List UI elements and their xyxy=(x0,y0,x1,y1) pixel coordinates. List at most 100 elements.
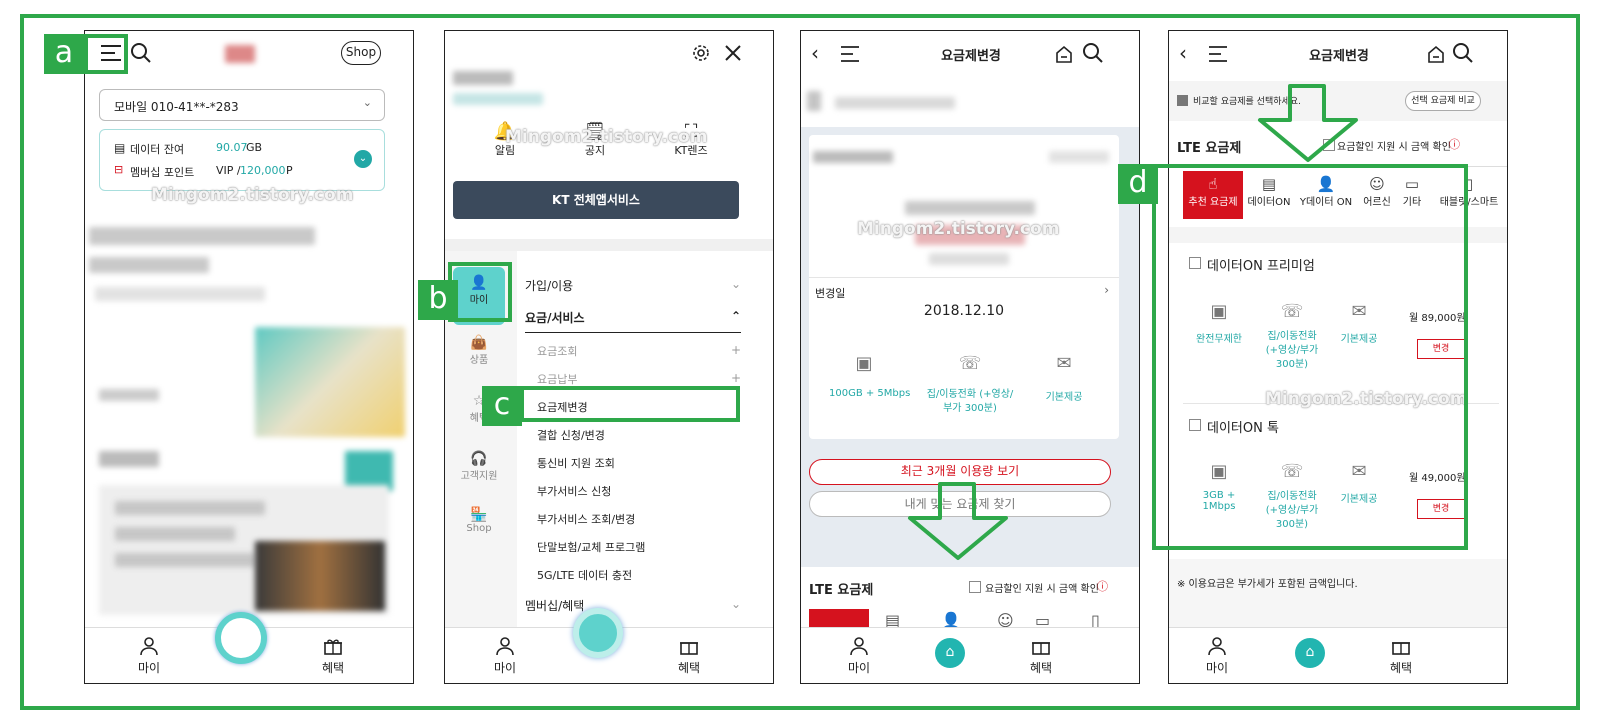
menu-item[interactable]: 부가서비스 조회/변경 xyxy=(537,511,635,527)
change-date-label: 변경일 xyxy=(815,287,846,300)
menu-membership-label: 멤버십/혜택 xyxy=(525,599,585,613)
menu-item-fee-inquiry-label: 요금조회 xyxy=(537,345,578,358)
change-date-row[interactable]: 변경일 › xyxy=(809,281,1119,305)
arrow-down-icon xyxy=(1258,84,1358,162)
blurred-product-image xyxy=(255,541,385,611)
blurred-text xyxy=(1049,151,1109,163)
menu-item[interactable]: 부가서비스 신청 xyxy=(537,483,611,499)
nav-benefit[interactable]: 혜택 xyxy=(1011,636,1071,676)
nav-my[interactable]: 마이 xyxy=(119,636,179,676)
compare-checkbox[interactable] xyxy=(1177,95,1188,106)
search-icon[interactable] xyxy=(1451,41,1475,65)
bottom-navigation: 마이 ⌂ 혜택 xyxy=(1169,627,1507,683)
blurred-banner-image xyxy=(255,327,405,437)
data-summary-card[interactable]: ▤ 데이터 잔여 90.07 GB ⊟ 멤버십 포인트 VIP / 120,00… xyxy=(99,129,385,191)
blurred-user-name xyxy=(453,71,513,85)
menu-item-fee-payment[interactable]: 요금납부 + xyxy=(537,371,741,387)
envelope-icon: ✉ xyxy=(1056,353,1072,374)
home-button[interactable] xyxy=(573,608,623,658)
gift-icon xyxy=(324,639,342,655)
menu-item[interactable]: 단말보험/교체 프로그램 xyxy=(537,539,645,555)
info-icon[interactable]: ⓘ xyxy=(1449,136,1460,152)
data-value: 90.07 xyxy=(216,141,248,154)
plus-icon: + xyxy=(730,343,741,357)
gift-icon xyxy=(680,642,698,655)
watermark: Mingom2.tistory.com xyxy=(857,219,1060,239)
highlight-my-tab xyxy=(448,262,512,322)
menu-item[interactable]: 통신비 지원 조회 xyxy=(537,455,615,471)
blurred-banner-text xyxy=(89,227,315,245)
side-tab-product[interactable]: 👜 상품 xyxy=(453,335,505,385)
user-icon xyxy=(1208,637,1226,656)
points-grade: VIP / xyxy=(216,164,241,177)
expand-chevron-icon[interactable]: ⌄ xyxy=(354,150,372,168)
lte-title: LTE 요금제 xyxy=(809,583,874,598)
nav-benefit-label: 혜택 xyxy=(677,661,701,675)
data-label: 데이터 잔여 xyxy=(130,143,185,156)
blurred-text xyxy=(115,553,255,567)
bag-icon: 👜 xyxy=(470,335,488,351)
side-tab-shop[interactable]: 🏪 Shop xyxy=(453,507,505,557)
lte-title: LTE 요금제 xyxy=(1177,141,1242,156)
nav-my[interactable]: 마이 xyxy=(475,636,535,676)
feature-data: ▣ 100GB + 5Mbps xyxy=(829,353,911,399)
nav-benefit[interactable]: 혜택 xyxy=(1371,636,1431,676)
screen-plan-change: ‹ 요금제변경 변경일 › 2018.12.10 ▣ 100GB + 5Mbps… xyxy=(800,30,1140,684)
shop-button[interactable]: Shop xyxy=(341,41,381,65)
divider xyxy=(809,277,1119,278)
nav-my[interactable]: 마이 xyxy=(1187,636,1247,676)
feature-sms: ✉ 기본제공 xyxy=(1029,353,1099,403)
search-icon[interactable] xyxy=(1081,41,1105,65)
step-label-c: c xyxy=(482,386,522,426)
blurred-text xyxy=(99,451,159,467)
blurred-text xyxy=(807,91,821,111)
home-button[interactable]: ⌂ xyxy=(1295,638,1325,668)
home-icon[interactable] xyxy=(1053,43,1075,65)
compare-button[interactable]: 선택 요금제 비교 xyxy=(1405,91,1481,111)
info-icon[interactable]: ⓘ xyxy=(1097,578,1108,594)
discount-check-label: 요금할인 지원 시 금액 확인 xyxy=(985,584,1099,595)
side-tab-support-label: 고객지원 xyxy=(460,471,498,482)
menu-membership[interactable]: 멤버십/혜택 ⌄ xyxy=(525,597,741,614)
blurred-text xyxy=(115,501,265,515)
arrow-down-icon xyxy=(908,482,1008,560)
vat-note: ※ 이용요금은 부가세가 포함된 금액입니다. xyxy=(1177,579,1358,590)
menu-item-fee-inquiry[interactable]: 요금조회 + xyxy=(537,343,741,359)
feature-data-label: 100GB + 5Mbps xyxy=(829,388,911,399)
nav-my-label: 마이 xyxy=(847,661,871,675)
data-icon: ▤ xyxy=(114,141,126,155)
search-icon[interactable] xyxy=(129,41,153,65)
side-tab-product-label: 상품 xyxy=(469,355,489,366)
blurred-text xyxy=(95,287,265,301)
membership-icon: ⊟ xyxy=(114,163,124,176)
nav-benefit[interactable]: 혜택 xyxy=(303,636,363,676)
menu-item[interactable]: 결합 신청/변경 xyxy=(537,427,605,443)
current-plan-card: 변경일 › 2018.12.10 ▣ 100GB + 5Mbps ☏ 집/이동전… xyxy=(809,135,1119,439)
all-services-button[interactable]: KT 전체앱서비스 xyxy=(453,181,739,219)
discount-checkbox[interactable] xyxy=(969,581,981,593)
menu-item[interactable]: 5G/LTE 데이터 충전 xyxy=(537,567,632,583)
step-label-a: a xyxy=(44,34,84,74)
nav-benefit[interactable]: 혜택 xyxy=(659,636,719,676)
gear-icon[interactable] xyxy=(689,41,713,65)
feature-sms-label: 기본제공 xyxy=(1045,392,1083,403)
store-icon: 🏪 xyxy=(470,507,488,523)
home-button[interactable] xyxy=(215,612,267,664)
menu-join[interactable]: 가입/이용 ⌄ xyxy=(525,277,741,294)
line-select[interactable]: 모바일 010-41**-*283 ⌄ xyxy=(99,89,385,121)
nav-my[interactable]: 마이 xyxy=(829,636,889,676)
nav-my-label: 마이 xyxy=(137,661,161,675)
side-tab-support[interactable]: 🎧 고객지원 xyxy=(449,451,509,501)
highlight-plan-list xyxy=(1152,164,1468,550)
gift-icon xyxy=(1392,642,1410,655)
points-unit: P xyxy=(286,164,293,177)
screen-menu: 🔔 알림 🗒 공지 ⛶ KT렌즈 Mingom2.tistory.com KT … xyxy=(444,30,774,684)
close-icon[interactable] xyxy=(721,41,745,65)
menu-fee-service[interactable]: 요금/서비스 ⌃ xyxy=(525,309,741,333)
nav-benefit-label: 혜택 xyxy=(1029,661,1053,675)
change-date-value: 2018.12.10 xyxy=(923,303,1005,319)
nav-benefit-label: 혜택 xyxy=(321,661,345,675)
note-area: ※ 이용요금은 부가세가 포함된 금액입니다. xyxy=(1169,559,1507,629)
home-icon[interactable] xyxy=(1425,43,1447,65)
home-button[interactable]: ⌂ xyxy=(935,638,965,668)
